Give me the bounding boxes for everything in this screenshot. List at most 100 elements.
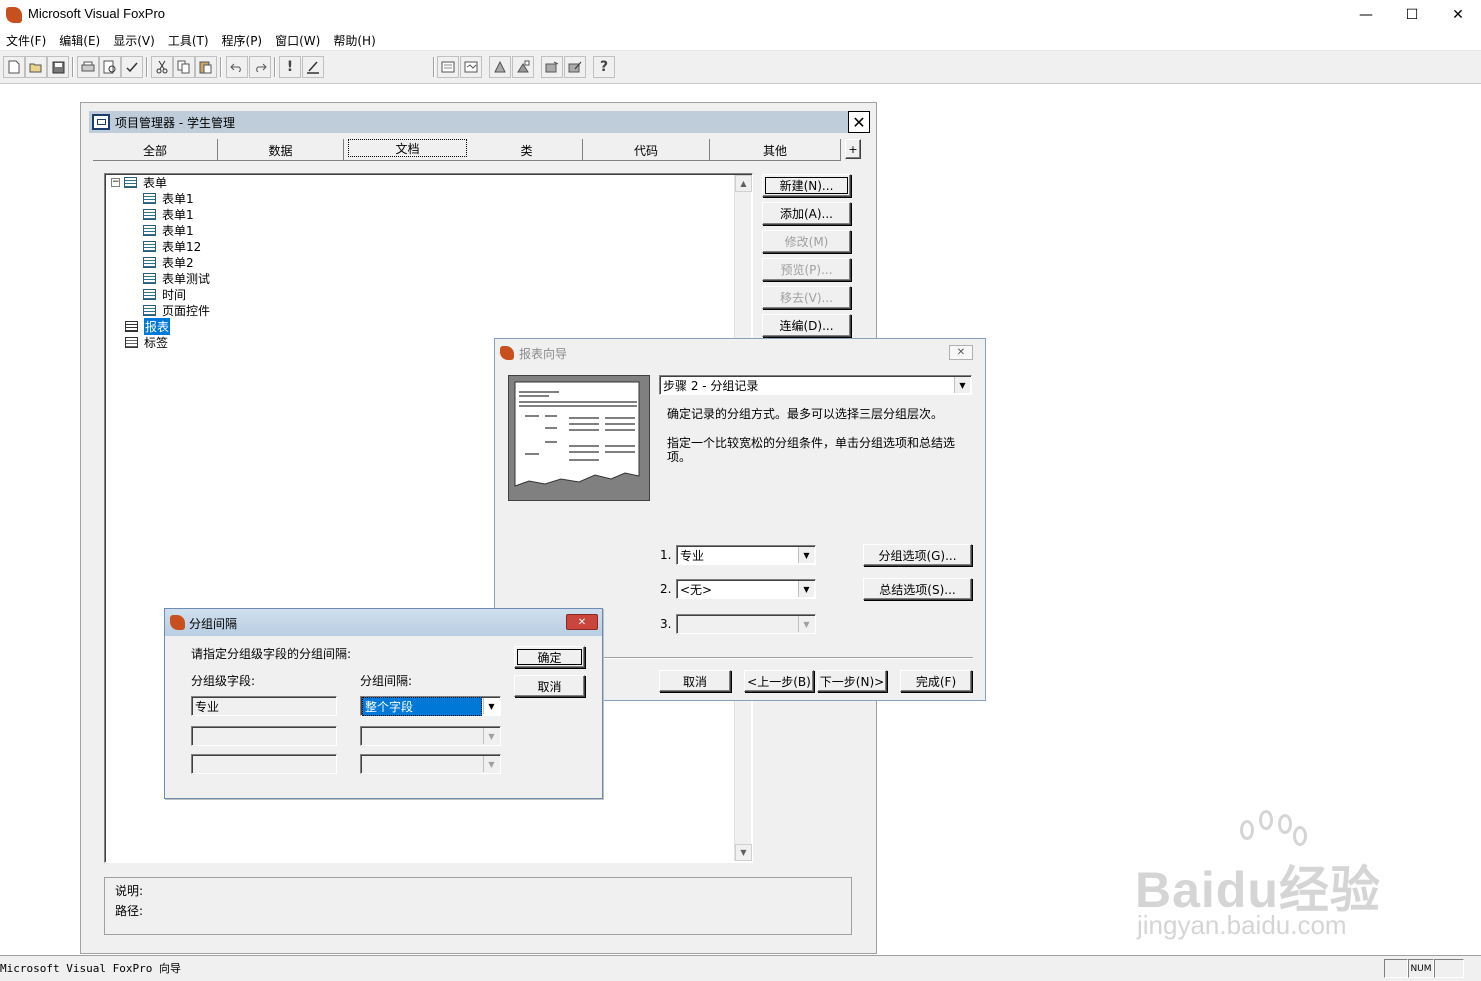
tab-classes[interactable]: 类 — [471, 139, 583, 161]
chevron-down-icon[interactable]: ▼ — [798, 547, 814, 563]
cut-icon[interactable] — [151, 56, 173, 78]
report-icon[interactable] — [460, 56, 482, 78]
scroll-up-icon[interactable]: ▲ — [735, 175, 752, 192]
undo-icon[interactable] — [226, 56, 248, 78]
foxpro-logo-icon — [500, 346, 514, 360]
next-button[interactable]: 下一步(N)> — [817, 670, 887, 692]
open-icon[interactable] — [25, 56, 47, 78]
cancel-button[interactable]: 取消 — [659, 670, 731, 692]
minimize-button[interactable]: — — [1343, 0, 1389, 30]
collapse-toggle-icon[interactable]: − — [111, 177, 120, 187]
help-icon[interactable]: ? — [593, 56, 615, 78]
tree-item[interactable]: 表单测试 — [143, 270, 210, 286]
tree-item[interactable]: 表单1 — [143, 222, 194, 238]
menu-file[interactable]: 文件(F) — [0, 32, 53, 49]
tree-item[interactable]: 表单12 — [143, 238, 201, 254]
redo-icon[interactable] — [249, 56, 271, 78]
tree-item[interactable]: 页面控件 — [143, 302, 210, 318]
summary-options-button[interactable]: 总结选项(S)... — [863, 578, 972, 600]
app-title-bar: Microsoft Visual FoxPro — ☐ ✕ — [0, 0, 1481, 30]
tab-documents[interactable]: 文档 — [348, 139, 467, 157]
run-icon[interactable]: ! — [279, 56, 301, 78]
spell-check-icon[interactable] — [121, 56, 143, 78]
close-icon[interactable]: ✕ — [848, 111, 870, 133]
wizard-step-combo[interactable]: 步骤 2 - 分组记录 ▼ — [659, 375, 972, 395]
group-interval-1-value: 整个字段 — [362, 696, 482, 716]
chevron-down-icon[interactable]: ▼ — [798, 581, 814, 597]
menu-edit[interactable]: 编辑(E) — [53, 32, 107, 49]
menu-window[interactable]: 窗口(W) — [269, 32, 327, 49]
paste-icon[interactable] — [195, 56, 217, 78]
close-icon[interactable]: ✕ — [566, 614, 598, 630]
add-button[interactable]: 添加(A)... — [762, 202, 851, 225]
properties-icon[interactable] — [564, 56, 586, 78]
tree-item-labels[interactable]: 标签 — [125, 334, 168, 350]
tree-item-label: 表单1 — [162, 223, 194, 238]
form-icon[interactable] — [437, 56, 459, 78]
database-icon[interactable] — [489, 56, 511, 78]
chevron-down-icon[interactable]: ▼ — [798, 616, 814, 632]
menu-bar: 文件(F) 编辑(E) 显示(V) 工具(T) 程序(P) 窗口(W) 帮助(H… — [0, 30, 1481, 50]
tree-item[interactable]: 时间 — [143, 286, 186, 302]
close-button[interactable]: ✕ — [1435, 0, 1481, 30]
tree-item[interactable]: 表单1 — [143, 206, 194, 222]
menu-program[interactable]: 程序(P) — [216, 32, 270, 49]
menu-help[interactable]: 帮助(H) — [327, 32, 382, 49]
copy-icon[interactable] — [173, 56, 195, 78]
collapse-button[interactable]: + — [845, 139, 861, 159]
group-interval-title-bar[interactable]: 分组间隔 ✕ — [165, 609, 602, 636]
group-level-2-label: 2. — [660, 582, 672, 596]
form-icon — [143, 304, 156, 316]
group-interval-3-combo[interactable]: ▼ — [360, 754, 501, 774]
remove-button[interactable]: 移去(V)... — [762, 286, 851, 309]
save-icon[interactable] — [47, 56, 69, 78]
maximize-button[interactable]: ☐ — [1389, 0, 1435, 30]
print-preview-icon[interactable] — [99, 56, 121, 78]
tab-code[interactable]: 代码 — [583, 139, 710, 161]
baidu-jingyan-watermark: Baidu经验 jingyan.baidu.com — [1135, 810, 1425, 950]
status-pane — [1384, 959, 1408, 978]
finish-button[interactable]: 完成(F) — [900, 670, 972, 692]
close-icon[interactable]: ✕ — [949, 345, 973, 360]
modify-button[interactable]: 修改(M) — [762, 230, 851, 253]
chevron-down-icon[interactable]: ▼ — [483, 728, 499, 744]
menu-view[interactable]: 显示(V) — [107, 32, 162, 49]
project-manager-title-bar[interactable]: 项目管理器 - 学生管理 — [89, 111, 849, 133]
form-icon — [143, 240, 156, 252]
group-level-2-value: <无> — [680, 582, 713, 597]
modify-icon[interactable] — [302, 56, 324, 78]
menu-tools[interactable]: 工具(T) — [162, 32, 216, 49]
group-options-button[interactable]: 分组选项(G)... — [863, 544, 972, 566]
instruction-text-1: 确定记录的分组方式。最多可以选择三层分组层次。 — [667, 407, 944, 421]
tree-item[interactable]: 表单2 — [143, 254, 194, 270]
ok-button[interactable]: 确定 — [514, 646, 585, 668]
group-interval-1-combo[interactable]: 整个字段 ▼ — [360, 696, 501, 716]
new-button[interactable]: 新建(N)... — [762, 174, 851, 197]
group-level-1-combo[interactable]: 专业 ▼ — [676, 545, 816, 565]
preview-button[interactable]: 预览(P)... — [762, 258, 851, 281]
form-icon — [143, 224, 156, 236]
chevron-down-icon[interactable]: ▼ — [954, 377, 970, 393]
scroll-down-icon[interactable]: ▼ — [735, 844, 752, 861]
build-button[interactable]: 连编(D)... — [762, 314, 851, 337]
group-level-3-combo[interactable]: ▼ — [676, 614, 816, 634]
tree-item-forms[interactable]: − 表单 — [111, 174, 167, 190]
tab-data[interactable]: 数据 — [218, 139, 344, 161]
chevron-down-icon[interactable]: ▼ — [483, 756, 499, 772]
report-wizard-title-bar[interactable]: 报表向导 ✕ — [495, 339, 985, 367]
tree-item-reports[interactable]: 报表 — [125, 317, 171, 335]
table-icon[interactable] — [512, 56, 534, 78]
tab-all[interactable]: 全部 — [93, 139, 218, 161]
group-interval-2-combo[interactable]: ▼ — [360, 726, 501, 746]
form-icon — [143, 288, 156, 300]
new-icon[interactable] — [3, 56, 25, 78]
command-window-icon[interactable] — [541, 56, 563, 78]
tree-item-label: 报表 — [144, 317, 171, 335]
group-level-2-combo[interactable]: <无> ▼ — [676, 579, 816, 599]
tab-other[interactable]: 其他 — [710, 139, 841, 161]
cancel-button[interactable]: 取消 — [514, 675, 585, 697]
tree-item[interactable]: 表单1 — [143, 190, 194, 206]
print-icon[interactable] — [77, 56, 99, 78]
back-button[interactable]: <上一步(B) — [744, 670, 814, 692]
chevron-down-icon[interactable]: ▼ — [483, 698, 499, 714]
